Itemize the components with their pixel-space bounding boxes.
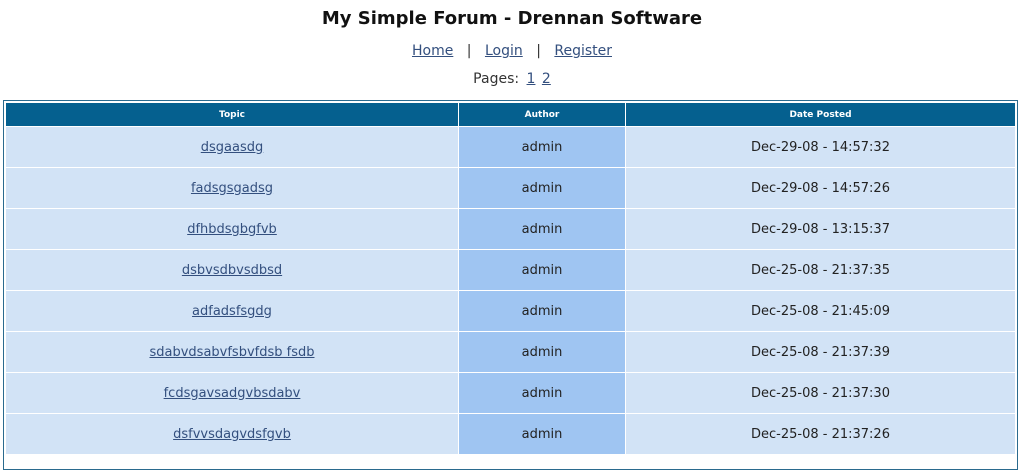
author-cell: admin (459, 291, 626, 332)
topic-cell: fadsgsgadsg (6, 168, 459, 209)
date-posted-cell: Dec-29-08 - 14:57:26 (626, 168, 1015, 209)
nav-link-register[interactable]: Register (554, 43, 612, 59)
topic-link[interactable]: dfhbdsgbgfvb (187, 222, 277, 237)
page-link-1[interactable]: 1 (527, 71, 536, 87)
topic-link[interactable]: sdabvdsabvfsbvfdsb fsdb (149, 345, 314, 360)
table-row: dsfvvsdagvdsfgvb admin Dec-25-08 - 21:37… (6, 414, 1015, 455)
topic-cell: dsgaasdg (6, 127, 459, 168)
nav-separator: | (466, 43, 472, 59)
table-row: dsbvsdbvsdbsd admin Dec-25-08 - 21:37:35 (6, 250, 1015, 291)
topic-link[interactable]: adfadsfsgdg (192, 304, 272, 319)
top-nav: Home | Login | Register (0, 43, 1024, 59)
date-posted-cell: Dec-25-08 - 21:37:30 (626, 373, 1015, 414)
column-header-author: Author (459, 103, 626, 127)
author-cell: admin (459, 168, 626, 209)
topic-cell: sdabvdsabvfsbvfdsb fsdb (6, 332, 459, 373)
table-row: sdabvdsabvfsbvfdsb fsdb admin Dec-25-08 … (6, 332, 1015, 373)
topic-link[interactable]: fadsgsgadsg (191, 181, 273, 196)
date-posted-cell: Dec-25-08 - 21:37:35 (626, 250, 1015, 291)
table-header-row: Topic Author Date Posted (6, 103, 1015, 127)
table-row: dsgaasdg admin Dec-29-08 - 14:57:32 (6, 127, 1015, 168)
author-cell: admin (459, 250, 626, 291)
table-row: fadsgsgadsg admin Dec-29-08 - 14:57:26 (6, 168, 1015, 209)
page-link-2[interactable]: 2 (542, 71, 551, 87)
topic-cell: adfadsfsgdg (6, 291, 459, 332)
author-cell: admin (459, 127, 626, 168)
nav-link-login[interactable]: Login (485, 43, 523, 59)
topic-link[interactable]: dsgaasdg (201, 140, 264, 155)
page-title: My Simple Forum - Drennan Software (321, 8, 703, 29)
table-row: adfadsfsgdg admin Dec-25-08 - 21:45:09 (6, 291, 1015, 332)
pagination: Pages: 1 2 (0, 71, 1024, 87)
topic-cell: dsfvvsdagvdsfgvb (6, 414, 459, 455)
column-header-topic: Topic (6, 103, 459, 127)
topic-cell: fcdsgavsadgvbsdabv (6, 373, 459, 414)
author-cell: admin (459, 414, 626, 455)
table-row: fcdsgavsadgvbsdabv admin Dec-25-08 - 21:… (6, 373, 1015, 414)
column-header-date-posted: Date Posted (626, 103, 1015, 127)
author-cell: admin (459, 332, 626, 373)
topics-table: Topic Author Date Posted dsgaasdg admin … (6, 103, 1015, 455)
topic-link[interactable]: dsfvvsdagvdsfgvb (173, 427, 291, 442)
date-posted-cell: Dec-25-08 - 21:45:09 (626, 291, 1015, 332)
topic-link[interactable]: dsbvsdbvsdbsd (182, 263, 282, 278)
author-cell: admin (459, 209, 626, 250)
date-posted-cell: Dec-29-08 - 13:15:37 (626, 209, 1015, 250)
topics-table-container: Topic Author Date Posted dsgaasdg admin … (3, 100, 1018, 470)
pagination-label: Pages: (473, 71, 520, 87)
topic-link[interactable]: fcdsgavsadgvbsdabv (164, 386, 301, 401)
date-posted-cell: Dec-29-08 - 14:57:32 (626, 127, 1015, 168)
nav-separator: | (536, 43, 541, 59)
nav-link-home[interactable]: Home (412, 43, 453, 59)
table-row: dfhbdsgbgfvb admin Dec-29-08 - 13:15:37 (6, 209, 1015, 250)
topic-cell: dfhbdsgbgfvb (6, 209, 459, 250)
date-posted-cell: Dec-25-08 - 21:37:26 (626, 414, 1015, 455)
date-posted-cell: Dec-25-08 - 21:37:39 (626, 332, 1015, 373)
topic-cell: dsbvsdbvsdbsd (6, 250, 459, 291)
author-cell: admin (459, 373, 626, 414)
